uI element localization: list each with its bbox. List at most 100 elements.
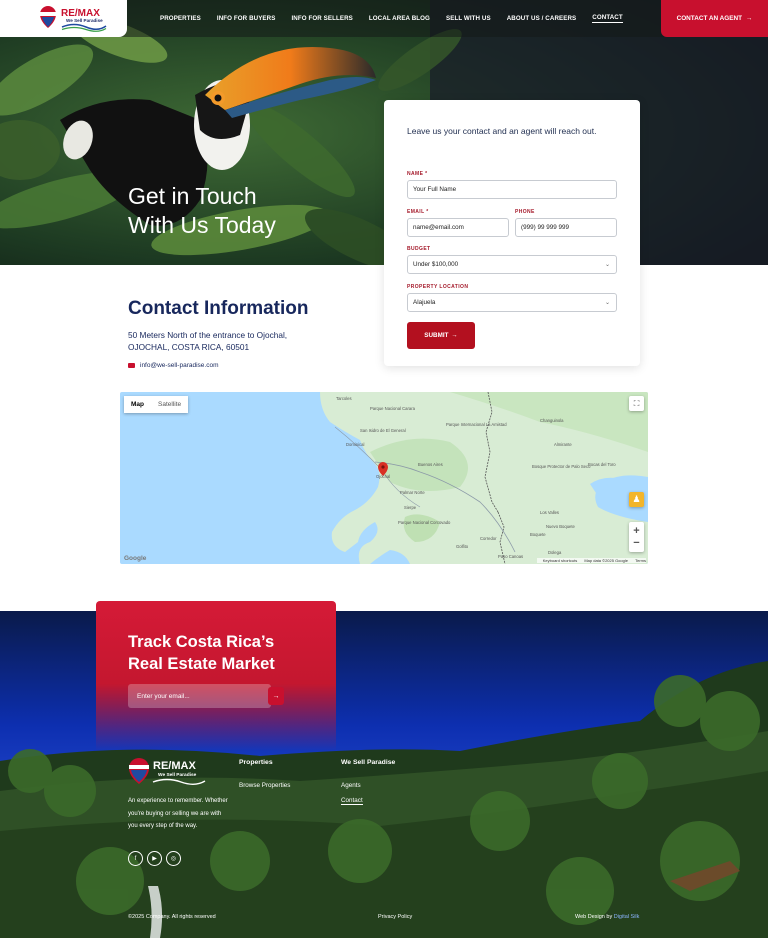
address-line-1: 50 Meters North of the entrance to Ojoch… — [128, 330, 288, 340]
map-data-text: Map data ©2025 Google — [584, 558, 628, 563]
copyright-text: ©2025 Company. All rights reserved — [128, 914, 216, 920]
footer-link-agents[interactable]: Agents — [341, 782, 361, 789]
instagram-icon[interactable]: ◎ — [166, 851, 181, 866]
svg-text:RE/MAX: RE/MAX — [153, 760, 196, 772]
remax-logo[interactable]: RE/MAX We Sell Paradise — [0, 0, 127, 37]
digital-silk-link[interactable]: Digital Silk — [614, 914, 640, 920]
map-place: Parque Internacional La Amistad — [446, 422, 507, 427]
newsletter-email-input[interactable]: Enter your email... — [128, 684, 271, 708]
svg-text:We Sell Paradise: We Sell Paradise — [66, 18, 103, 23]
zoom-in-button[interactable]: + — [633, 525, 639, 537]
contact-an-agent-label: CONTACT AN AGENT — [676, 15, 743, 22]
map-place: Dominical — [346, 442, 365, 447]
budget-select-value: Under $100,000 — [413, 261, 459, 268]
email-label: EMAIL * — [407, 209, 429, 215]
map-place: Palmar Norte — [400, 490, 425, 495]
chevron-down-icon: ⌄ — [604, 262, 610, 268]
map-place: Buenos Aires — [418, 462, 443, 467]
phone-field-value: (999) 99 999 999 — [521, 224, 569, 231]
map-place: Dolega — [548, 550, 562, 555]
hero-title: Get in Touch With Us Today — [128, 182, 368, 240]
map-place: Los Valles — [540, 510, 560, 515]
contact-email-text: info@we-sell-paradise.com — [140, 362, 219, 369]
name-field-value: Your Full Name — [413, 186, 457, 193]
facebook-icon[interactable]: f — [128, 851, 143, 866]
map-place: Golfito — [456, 544, 469, 549]
email-field[interactable]: name@email.com — [407, 218, 509, 237]
submit-button[interactable]: SUBMIT → — [407, 322, 475, 349]
footer-link-browse-properties[interactable]: Browse Properties — [239, 782, 290, 789]
google-logo: Google — [124, 555, 147, 562]
envelope-icon — [128, 363, 135, 368]
map-tab-satellite[interactable]: Satellite — [151, 396, 188, 413]
nav-info-for-sellers[interactable]: INFO FOR SELLERS — [291, 15, 352, 23]
property-location-select[interactable]: Alajuela ⌄ — [407, 293, 617, 312]
google-map[interactable]: Tarcoles Parque Nacional Carara San Isid… — [120, 392, 648, 564]
footer-properties-title: Properties — [239, 759, 273, 766]
newsletter-submit-button[interactable]: → — [268, 687, 284, 705]
terms-link[interactable]: Terms — [635, 558, 646, 563]
map-place: Almirante — [554, 442, 572, 447]
map-place: Corredor — [480, 536, 497, 541]
phone-field[interactable]: (999) 99 999 999 — [515, 218, 617, 237]
map-place: San Isidro de El General — [360, 428, 406, 433]
arrow-right-icon: → — [746, 15, 753, 22]
keyboard-shortcuts-link[interactable]: Keyboard shortcuts — [543, 558, 577, 563]
contact-form: Leave us your contact and an agent will … — [384, 100, 640, 366]
hero-title-line-1: Get in Touch — [128, 183, 257, 209]
map-place: Parque Nacional Carara — [370, 406, 415, 411]
arrow-right-icon: → — [272, 692, 280, 700]
remax-balloon-logo: RE/MAX We Sell Paradise — [40, 6, 107, 32]
name-field[interactable]: Your Full Name — [407, 180, 617, 199]
fullscreen-icon[interactable]: ⛶ — [629, 396, 644, 411]
svg-text:We Sell Paradise: We Sell Paradise — [158, 772, 197, 778]
map-place: Tarcoles — [336, 396, 352, 401]
email-label-text: EMAIL — [407, 209, 425, 215]
credit-prefix: Web Design by — [575, 914, 613, 920]
nav-local-area-blog[interactable]: LOCAL AREA BLOG — [369, 15, 430, 23]
contact-email[interactable]: info@we-sell-paradise.com — [128, 362, 219, 369]
required-mark: * — [426, 209, 429, 215]
map-place: Boquete — [530, 532, 546, 537]
footer-we-sell-paradise-title: We Sell Paradise — [341, 759, 396, 766]
nav-sell-with-us[interactable]: SELL WITH US — [446, 15, 491, 23]
budget-select[interactable]: Under $100,000 ⌄ — [407, 255, 617, 274]
nav-about-us-careers[interactable]: ABOUT US / CAREERS — [507, 15, 577, 23]
contact-an-agent-button[interactable]: CONTACT AN AGENT → — [661, 0, 768, 37]
zoom-out-button[interactable]: − — [633, 537, 639, 549]
name-label-text: NAME — [407, 171, 424, 177]
map-attribution: Keyboard shortcuts Map data ©2025 Google… — [536, 558, 646, 563]
newsletter-title-line-1: Track Costa Rica’s — [128, 633, 275, 651]
name-label: NAME * — [407, 171, 427, 177]
map-place: Changuinola — [540, 418, 564, 423]
newsletter-email-placeholder: Enter your email... — [137, 692, 190, 700]
nav-info-for-buyers[interactable]: INFO FOR BUYERS — [217, 15, 276, 23]
property-location-value: Alajuela — [413, 299, 436, 306]
page: Get in Touch With Us Today RE/MAX We Sel… — [0, 0, 768, 938]
map-place: Nuevo Boquete — [546, 524, 575, 529]
footer-remax-logo[interactable]: RE/MAX We Sell Paradise — [128, 756, 208, 790]
map-place: Ojochal — [376, 474, 391, 479]
nav-properties[interactable]: PROPERTIES — [160, 15, 201, 23]
required-mark: * — [425, 171, 428, 177]
budget-label: BUDGET — [407, 246, 431, 252]
hero-title-line-2: With Us Today — [128, 212, 276, 238]
contact-address: 50 Meters North of the entrance to Ojoch… — [128, 329, 338, 353]
zoom-controls: + − — [629, 522, 644, 552]
pegman-icon[interactable]: ♟ — [629, 492, 644, 507]
footer-link-contact[interactable]: Contact — [341, 797, 363, 805]
nav-contact[interactable]: CONTACT — [592, 14, 623, 23]
footer-tagline: An experience to remember. Whether you'r… — [128, 798, 228, 829]
map-type-tabs: Map Satellite — [124, 396, 189, 413]
form-intro: Leave us your contact and an agent will … — [407, 126, 597, 136]
map-tab-map[interactable]: Map — [124, 396, 151, 413]
property-location-label: PROPERTY LOCATION — [407, 284, 469, 290]
privacy-policy-link[interactable]: Privacy Policy — [378, 914, 412, 920]
youtube-icon[interactable]: ▶ — [147, 851, 162, 866]
chevron-down-icon: ⌄ — [604, 300, 610, 306]
main-nav: PROPERTIES INFO FOR BUYERS INFO FOR SELL… — [160, 0, 639, 37]
map-place: Bocas del Toro — [588, 462, 616, 467]
phone-label: PHONE — [515, 209, 535, 215]
submit-label: SUBMIT — [424, 332, 449, 339]
site-header: RE/MAX We Sell Paradise PROPERTIES INFO … — [0, 0, 768, 37]
